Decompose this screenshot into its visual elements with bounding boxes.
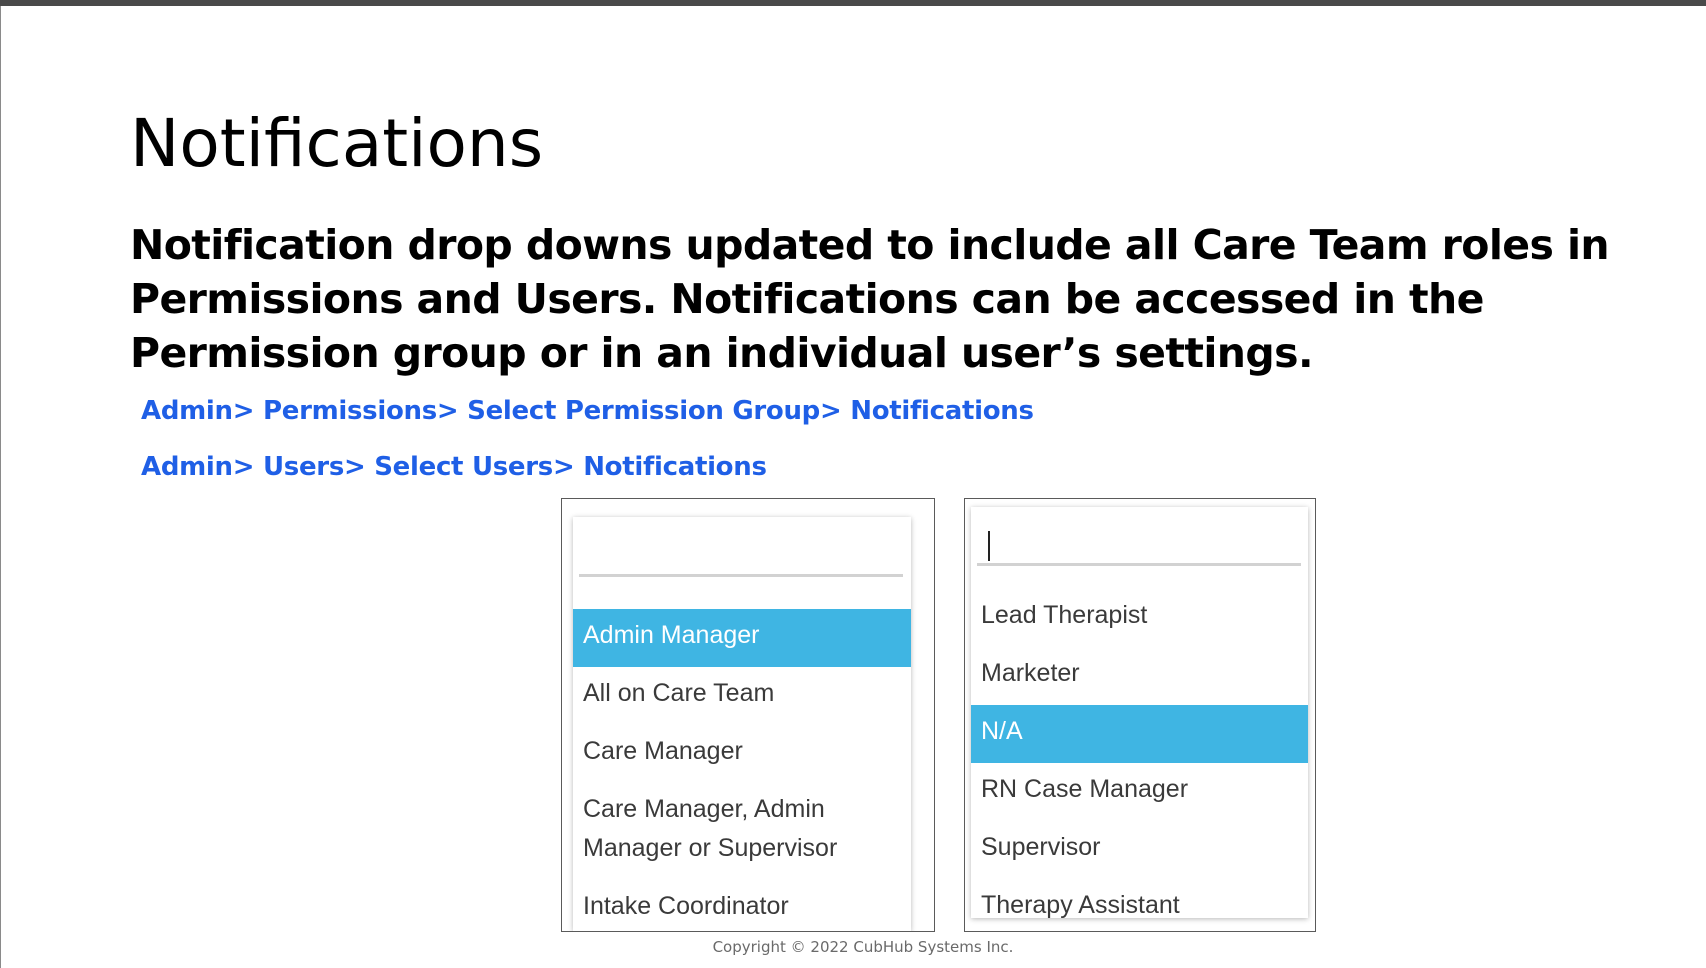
dropdown-option-admin-manager[interactable]: Admin Manager	[573, 609, 911, 667]
slide-subtitle: Notification drop downs updated to inclu…	[130, 221, 1610, 377]
dropdown-search-input[interactable]	[979, 521, 1301, 559]
dropdown-option-supervisor[interactable]: Supervisor	[971, 821, 1308, 879]
dropdown-search-area	[573, 517, 911, 609]
dropdown-option-therapy-assistant[interactable]: Therapy Assistant	[971, 879, 1308, 918]
dropdown-option-rn-case-manager[interactable]: RN Case Manager	[971, 763, 1308, 821]
text-cursor	[988, 531, 990, 561]
notification-dropdown-left: Admin Manager All on Care Team Care Mana…	[573, 517, 911, 931]
dropdown-option-all-on-care-team[interactable]: All on Care Team	[573, 667, 911, 725]
navigation-path-permissions: Admin> Permissions> Select Permission Gr…	[141, 396, 1034, 426]
copyright-text: Copyright © 2022 CubHub Systems Inc.	[712, 938, 1014, 956]
dropdown-options-list: Lead Therapist Marketer N/A RN Case Mana…	[971, 589, 1308, 918]
search-underline	[977, 563, 1301, 566]
dropdown-screenshot-left: Admin Manager All on Care Team Care Mana…	[561, 498, 935, 932]
dropdown-options-list: Admin Manager All on Care Team Care Mana…	[573, 609, 911, 931]
dropdown-search-area	[971, 507, 1308, 599]
window-top-bar	[0, 0, 1706, 6]
slide-title: Notifications	[130, 105, 544, 182]
dropdown-option-na[interactable]: N/A	[971, 705, 1308, 763]
notification-dropdown-right: Lead Therapist Marketer N/A RN Case Mana…	[971, 507, 1308, 918]
navigation-path-users: Admin> Users> Select Users> Notification…	[141, 452, 767, 482]
dropdown-option-care-manager[interactable]: Care Manager	[573, 725, 911, 783]
dropdown-option-marketer[interactable]: Marketer	[971, 647, 1308, 705]
dropdown-option-care-manager-admin-supervisor[interactable]: Care Manager, Admin Manager or Superviso…	[573, 783, 911, 880]
search-underline	[579, 574, 903, 577]
window-left-edge	[0, 6, 1, 968]
dropdown-search-input[interactable]	[579, 535, 907, 573]
dropdown-option-intake-coordinator[interactable]: Intake Coordinator	[573, 880, 911, 931]
dropdown-screenshot-right: Lead Therapist Marketer N/A RN Case Mana…	[964, 498, 1316, 932]
dropdown-option-lead-therapist[interactable]: Lead Therapist	[971, 589, 1308, 647]
copyright-footer: Copyright © 2022 CubHub Systems Inc.	[0, 938, 1706, 956]
